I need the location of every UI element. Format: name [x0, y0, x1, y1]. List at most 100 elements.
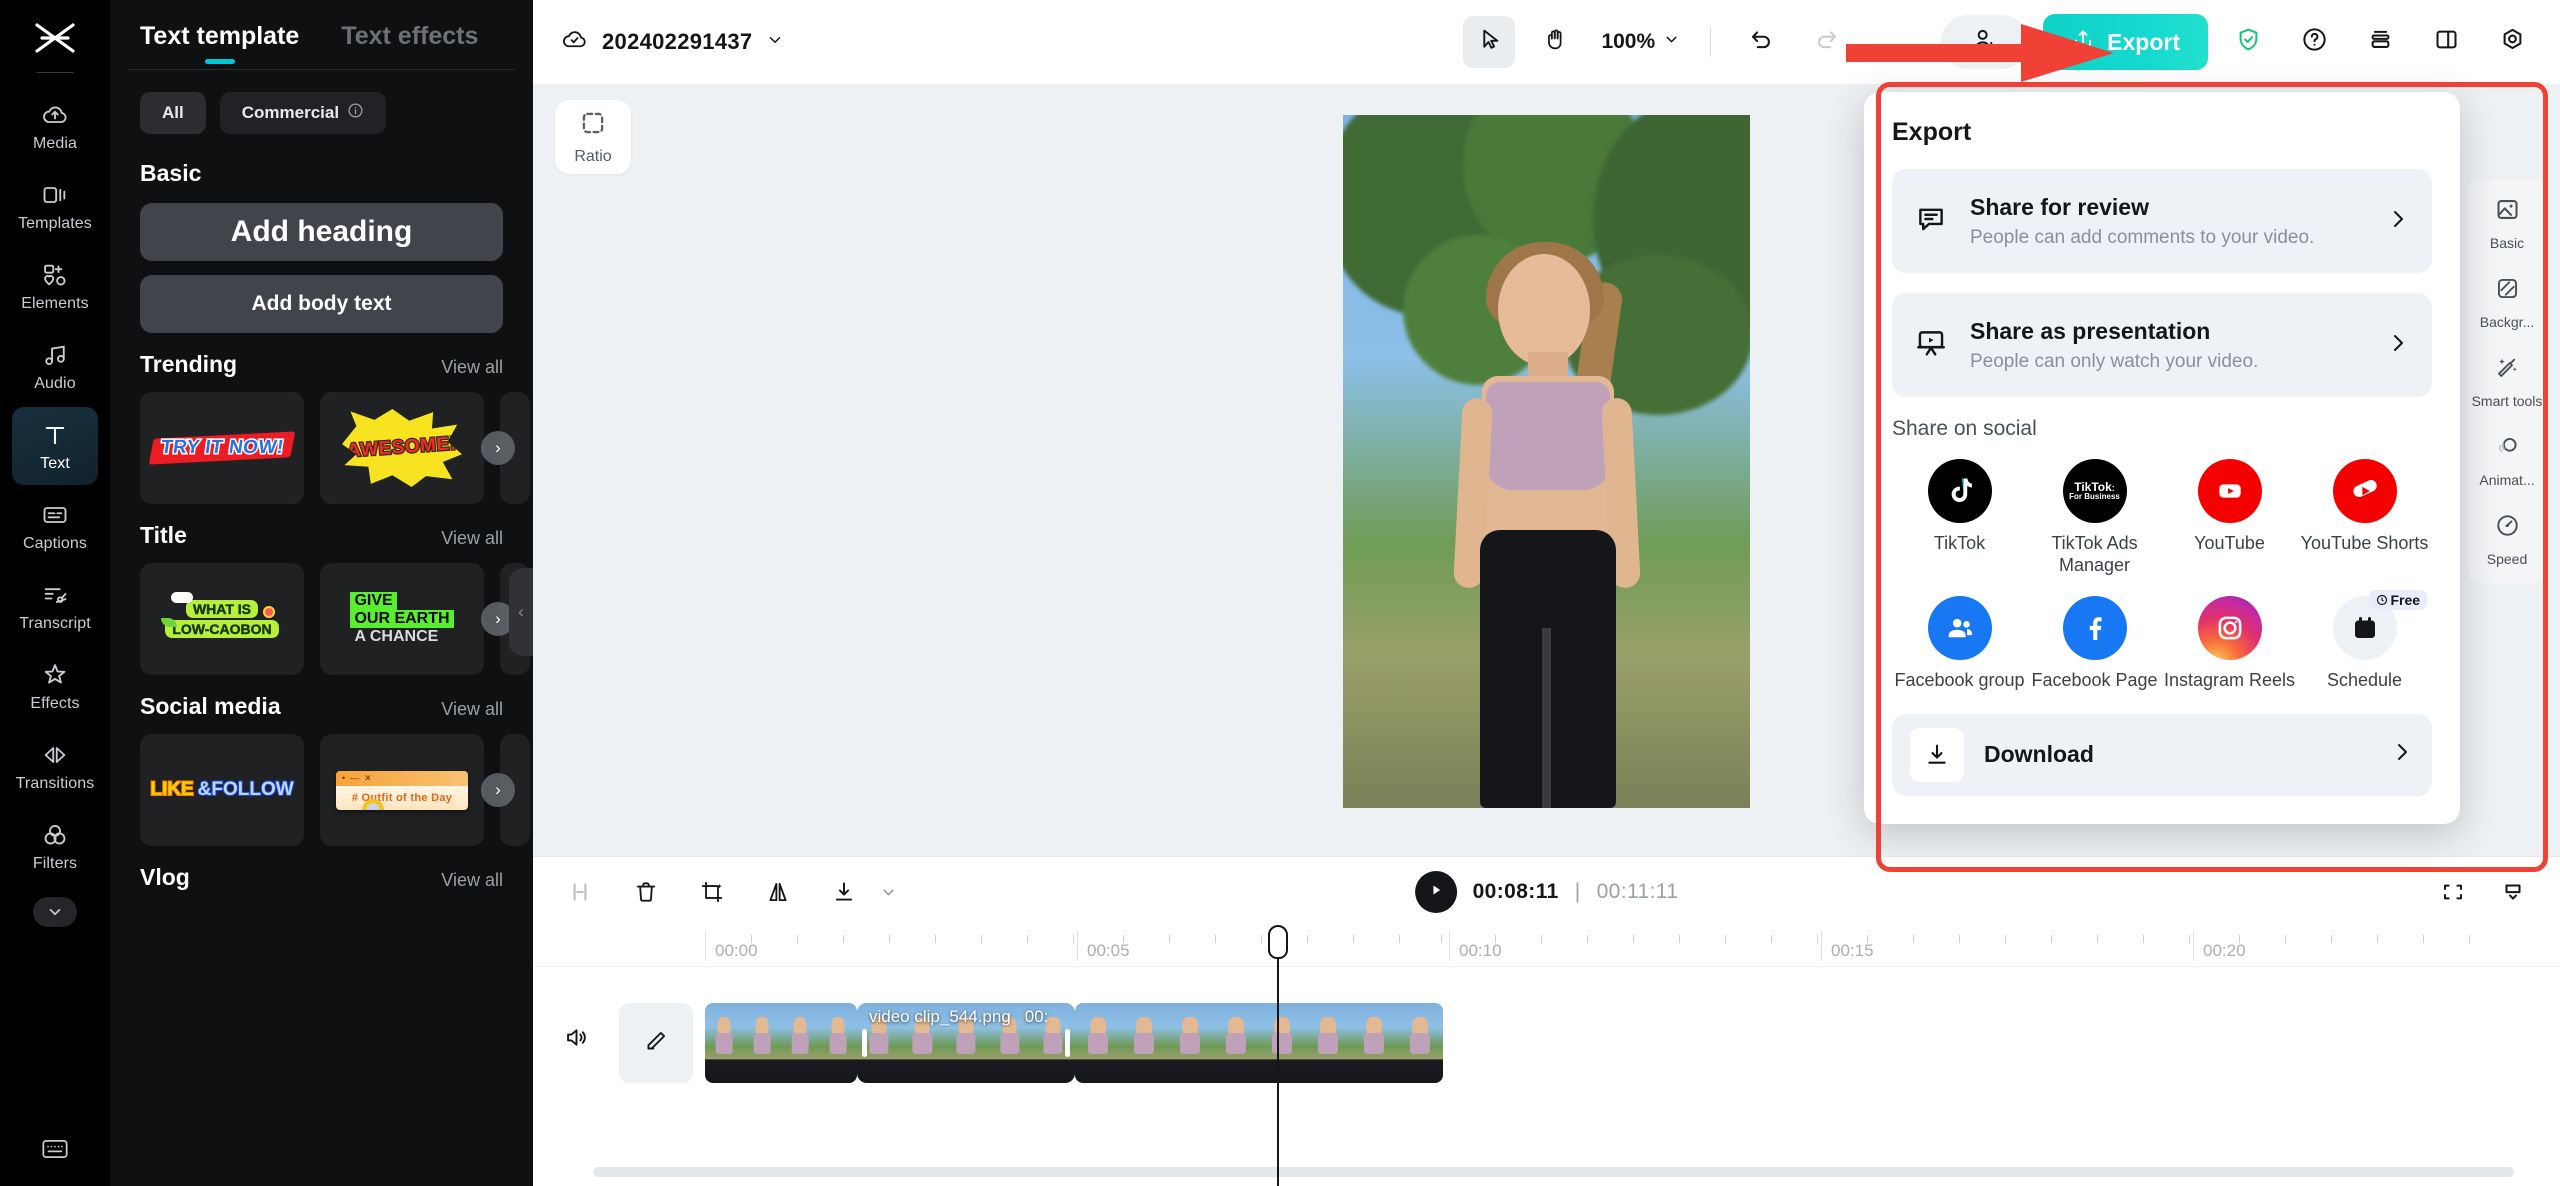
sidebar-item-elements[interactable]: Elements: [12, 247, 98, 325]
ruler-label: 00:15: [1831, 941, 1874, 960]
play-button[interactable]: [1414, 871, 1457, 913]
template-card-awesome[interactable]: AWESOME!: [320, 392, 484, 504]
share-youtube-shorts[interactable]: YouTube Shorts: [2297, 459, 2432, 576]
settings-button[interactable]: [2486, 16, 2538, 68]
sidebar-item-audio[interactable]: Audio: [12, 327, 98, 405]
layers-button[interactable]: [2354, 16, 2406, 68]
view-all-title[interactable]: View all: [441, 528, 503, 549]
split-icon[interactable]: [563, 875, 597, 909]
mirror-flip-icon[interactable]: [761, 875, 795, 909]
zoom-level-selector[interactable]: 100%: [1595, 30, 1686, 54]
clip-handle-left[interactable]: [862, 1029, 867, 1057]
export-popover: Export Share for review People can add c…: [1864, 92, 2460, 824]
chevron-down-icon[interactable]: [871, 875, 905, 909]
section-title-title: Title: [140, 522, 187, 548]
chip-all[interactable]: All: [140, 92, 206, 134]
text-template-panel: Text template Text effects All Commercia…: [110, 0, 533, 1186]
sidebar-item-templates[interactable]: Templates: [12, 167, 98, 245]
add-body-text-button[interactable]: Add body text: [140, 275, 503, 333]
share-instagram-reels[interactable]: Instagram Reels: [2162, 596, 2297, 692]
tool-speed[interactable]: Speed: [2468, 512, 2546, 567]
project-name[interactable]: 202402291437: [602, 29, 752, 55]
add-heading-button[interactable]: Add heading: [140, 203, 503, 261]
timeline-horizontal-scrollbar[interactable]: [593, 1167, 2514, 1177]
share-for-review-row[interactable]: Share for review People can add comments…: [1892, 169, 2432, 273]
share-facebook-group[interactable]: Facebook group: [1892, 596, 2027, 692]
download-row[interactable]: Download: [1892, 713, 2432, 796]
export-button[interactable]: Export: [2043, 14, 2208, 70]
timeline-playhead[interactable]: [1268, 925, 1288, 1186]
chevron-right-icon[interactable]: ›: [481, 431, 515, 465]
undo-button[interactable]: [1735, 16, 1787, 68]
timeline-clip[interactable]: [1075, 1003, 1443, 1083]
playhead-knob[interactable]: [1268, 925, 1288, 959]
share-facebook-page[interactable]: Facebook Page: [2027, 596, 2162, 692]
sidebar-item-filters[interactable]: Filters: [12, 807, 98, 885]
template-card-low-carbon[interactable]: WHAT IS LOW-CAOBON: [140, 563, 304, 675]
delete-trash-icon[interactable]: [629, 875, 663, 909]
tool-basic[interactable]: Basic: [2468, 196, 2546, 251]
timeline-clip-selected[interactable]: video clip_544.png 00:: [857, 1003, 1075, 1083]
fit-screen-icon[interactable]: [2436, 875, 2470, 909]
share-on-social-heading: Share on social: [1892, 417, 2037, 440]
timeline-ruler[interactable]: 00:00 00:05 00:10 00:15 00:20: [533, 927, 2560, 967]
template-card-try-it-now[interactable]: TRY IT NOW!: [140, 392, 304, 504]
tool-animation[interactable]: Animat...: [2468, 433, 2546, 488]
download-icon[interactable]: [827, 875, 861, 909]
upload-share-icon: [2071, 27, 2095, 57]
hand-pan-tool-button[interactable]: [1529, 16, 1581, 68]
total-duration: 00:11:11: [1596, 880, 1679, 903]
view-all-vlog[interactable]: View all: [441, 870, 503, 891]
tool-smart-tools[interactable]: Smart tools: [2468, 354, 2546, 409]
tab-text-effects[interactable]: Text effects: [341, 22, 478, 69]
template-card-like-follow[interactable]: LIKE &FOLLOW: [140, 734, 304, 846]
ratio-button[interactable]: Ratio: [555, 100, 631, 174]
elements-icon: [40, 260, 70, 290]
chevron-right-icon[interactable]: ›: [481, 773, 515, 807]
keyboard-shortcut-button[interactable]: [0, 1137, 110, 1166]
track-height-icon[interactable]: [2496, 875, 2530, 909]
split-layout-button[interactable]: [2420, 16, 2472, 68]
help-button[interactable]: [2288, 16, 2340, 68]
select-tool-button[interactable]: [1463, 16, 1516, 68]
row-subtitle: People can add comments to your video.: [1970, 226, 2315, 248]
capcut-logo-icon[interactable]: [29, 18, 81, 58]
chevron-right-icon: [2386, 331, 2410, 360]
sidebar-item-transcript[interactable]: Transcript: [12, 567, 98, 645]
template-card-give-earth[interactable]: GIVE OUR EARTH A CHANCE: [320, 563, 484, 675]
timeline-clip[interactable]: [705, 1003, 857, 1083]
share-as-presentation-row[interactable]: Share as presentation People can only wa…: [1892, 293, 2432, 397]
sidebar-item-label: Transitions: [15, 774, 95, 792]
current-time: 00:08:11: [1472, 880, 1559, 903]
clip-handle-right[interactable]: [1065, 1029, 1070, 1057]
panel-collapse-handle[interactable]: ‹: [509, 568, 533, 656]
share-youtube[interactable]: YouTube: [2162, 459, 2297, 576]
redo-button[interactable]: [1801, 16, 1853, 68]
sidebar-item-effects[interactable]: Effects: [12, 647, 98, 725]
track-mute-toggle[interactable]: [559, 1023, 593, 1057]
sidebar-item-text[interactable]: Text: [12, 407, 98, 485]
collaborate-button[interactable]: [1941, 15, 2030, 69]
sidebar-item-transitions[interactable]: Transitions: [12, 727, 98, 805]
tool-background[interactable]: Backgr...: [2468, 275, 2546, 330]
toolbar-divider: [1710, 27, 1712, 57]
share-schedule[interactable]: Free Schedule: [2297, 590, 2432, 692]
sidebar-item-media[interactable]: Media: [12, 87, 98, 165]
chevron-down-icon[interactable]: [33, 897, 77, 927]
track-edit-button[interactable]: [619, 1003, 693, 1083]
chip-label: All: [162, 103, 184, 122]
share-tiktok[interactable]: TikTok: [1892, 459, 2027, 576]
share-tiktok-ads-manager[interactable]: TikTok: For Business TikTok Ads Manager: [2027, 459, 2162, 576]
shield-check-button[interactable]: [2222, 16, 2274, 68]
chevron-down-icon[interactable]: [766, 31, 784, 54]
chip-commercial[interactable]: Commercial: [219, 92, 387, 134]
video-preview-canvas[interactable]: [1343, 114, 1750, 808]
crop-magic-icon[interactable]: [695, 875, 729, 909]
row-subtitle: People can only watch your video.: [1970, 350, 2259, 372]
template-card-outfit-of-the-day[interactable]: • — ✕ # Outfit of the Day: [320, 734, 484, 846]
view-all-social-media[interactable]: View all: [441, 699, 503, 720]
view-all-trending[interactable]: View all: [441, 357, 503, 378]
sidebar-item-captions[interactable]: Captions: [12, 487, 98, 565]
tab-text-template[interactable]: Text template: [140, 22, 299, 69]
decor-flower: [262, 606, 275, 618]
